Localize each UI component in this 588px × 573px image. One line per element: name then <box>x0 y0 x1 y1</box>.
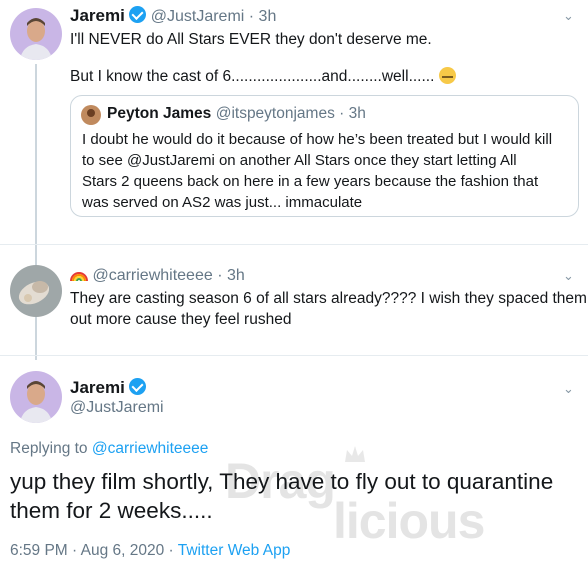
verified-badge-icon <box>129 6 147 23</box>
source-link[interactable]: Twitter Web App <box>178 542 291 559</box>
chevron-down-icon[interactable]: ⌄ <box>563 268 574 284</box>
tweet-text: But I know the cast of 6................… <box>70 66 456 87</box>
watermark-crown-icon <box>343 444 367 464</box>
replying-to: Replying to @carriewhiteeee <box>10 440 208 458</box>
chevron-down-icon[interactable]: ⌄ <box>563 381 574 397</box>
divider <box>0 244 588 245</box>
quoted-display-name: Peyton James <box>107 105 212 122</box>
tweet-text: I'll NEVER do All Stars EVER they don't … <box>70 31 432 48</box>
handle-time[interactable]: @carriewhiteeee · 3h <box>92 267 244 284</box>
quoted-header: Peyton James @itspeytonjames · 3h <box>107 105 366 123</box>
handle[interactable]: @JustJaremi <box>70 399 164 417</box>
replying-to-label: Replying to <box>10 440 92 457</box>
handle-time[interactable]: @JustJaremi · 3h <box>151 8 277 25</box>
thread-line <box>35 320 37 360</box>
quoted-text: I doubt he would do it because of how he… <box>82 131 553 211</box>
tweet-text: They are casting season 6 of all stars a… <box>70 290 587 328</box>
divider <box>0 355 588 356</box>
zipper-mouth-face-icon <box>438 67 456 84</box>
tweet-header: Jaremi @JustJaremi · 3h <box>70 6 276 26</box>
quoted-tweet[interactable]: Peyton James @itspeytonjames · 3h I doub… <box>70 95 579 217</box>
display-name[interactable]: Jaremi <box>70 6 125 25</box>
main-tweet-text: yup they film shortly, They have to fly … <box>10 469 554 523</box>
replying-to-link[interactable]: @carriewhiteeee <box>92 440 209 457</box>
timestamp[interactable]: 6:59 PM · Aug 6, 2020 · <box>10 542 178 559</box>
tweet-header: @carriewhiteeee · 3h <box>70 267 245 285</box>
quoted-avatar <box>81 105 101 125</box>
display-name[interactable]: Jaremi <box>70 378 125 397</box>
chevron-down-icon[interactable]: ⌄ <box>563 8 574 24</box>
avatar[interactable] <box>10 371 62 423</box>
verified-badge-icon <box>129 378 147 395</box>
timestamp-row: 6:59 PM · Aug 6, 2020 · Twitter Web App <box>10 542 290 560</box>
quoted-handle-time: @itspeytonjames · 3h <box>215 105 366 122</box>
rainbow-icon <box>70 268 88 282</box>
avatar[interactable] <box>10 8 62 60</box>
avatar[interactable] <box>10 265 62 317</box>
tweet-header: Jaremi <box>70 378 147 398</box>
